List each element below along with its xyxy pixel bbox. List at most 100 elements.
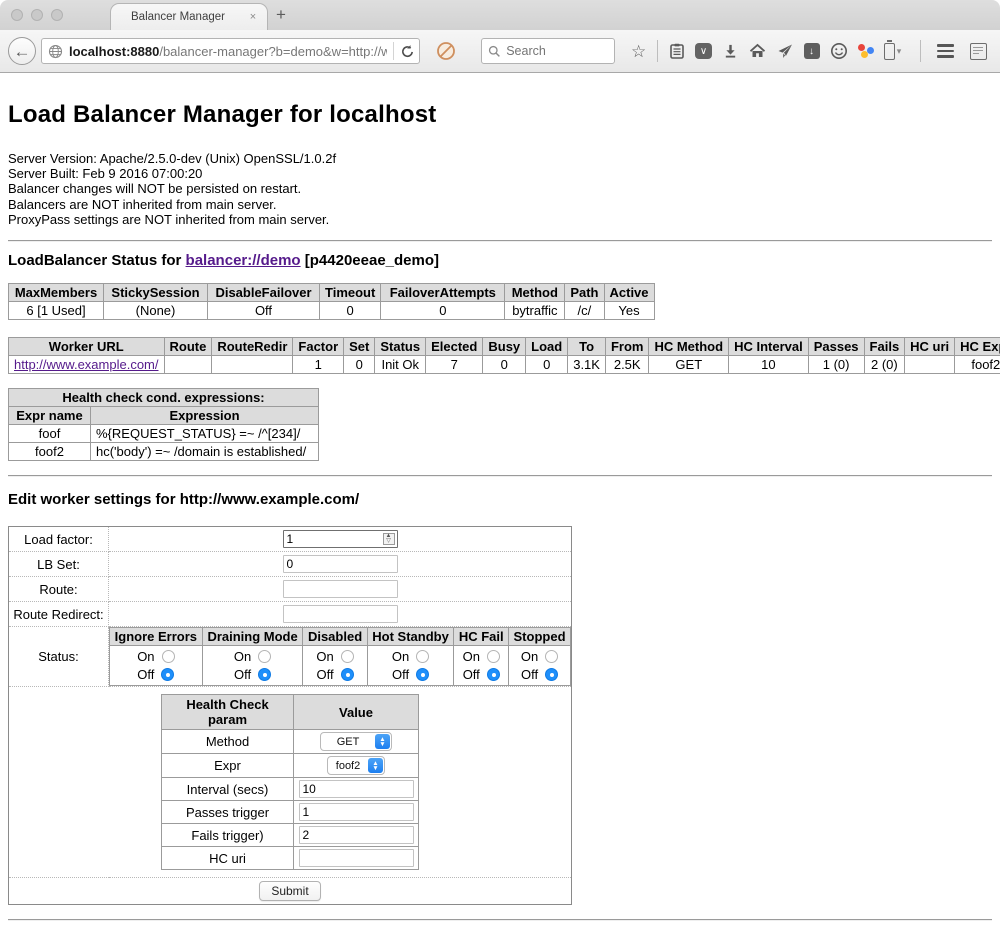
downloads-button[interactable] <box>717 36 744 66</box>
submit-button[interactable]: Submit <box>259 881 320 901</box>
new-tab-button[interactable]: + <box>276 5 286 25</box>
cell-path: /c/ <box>565 302 604 320</box>
load-factor-input[interactable] <box>283 530 398 548</box>
reading-list-button[interactable] <box>663 36 690 66</box>
window-minimize-button[interactable] <box>31 9 43 21</box>
passes-input[interactable] <box>299 803 414 821</box>
bookmarks-panel-button[interactable] <box>965 36 992 66</box>
radio-ignore-errors-on[interactable] <box>162 650 175 663</box>
back-button[interactable]: ← <box>8 37 36 65</box>
heading-prefix: LoadBalancer Status for <box>8 252 186 269</box>
column-header: HC uri <box>905 338 955 356</box>
home-icon <box>749 43 766 59</box>
search-bar[interactable] <box>481 38 615 64</box>
status-ignore-errors-cell: On Off <box>110 646 203 686</box>
off-label: Off <box>521 667 538 682</box>
radio-draining-mode-on[interactable] <box>258 650 271 663</box>
expr-value: hc('body') =~ /domain is established/ <box>91 443 319 461</box>
column-header: HC Interval <box>729 338 809 356</box>
column-header: FailoverAttempts <box>381 284 505 302</box>
pocket-button[interactable]: ∨ <box>690 36 717 66</box>
column-header: Expression <box>91 407 319 425</box>
lb-set-input[interactable] <box>283 555 398 573</box>
reload-icon[interactable] <box>400 44 415 59</box>
column-header: Load <box>526 338 568 356</box>
radio-ignore-errors-off[interactable] <box>161 668 174 681</box>
worker-url-link[interactable]: http://www.example.com/ <box>14 357 159 372</box>
column-header: To <box>568 338 606 356</box>
hamburger-menu-icon <box>937 44 954 58</box>
fails-input[interactable] <box>299 826 414 844</box>
radio-disabled-on[interactable] <box>341 650 354 663</box>
radio-draining-mode-off[interactable] <box>258 668 271 681</box>
balancer-status-heading: LoadBalancer Status for balancer://demo … <box>8 252 992 269</box>
column-header: Factor <box>293 338 344 356</box>
on-label: On <box>137 649 154 664</box>
search-input[interactable] <box>506 44 606 58</box>
pocket-icon: ∨ <box>695 43 712 59</box>
tab-title: Balancer Manager <box>111 11 245 23</box>
dropdown-caret-icon: ▾ <box>897 46 902 57</box>
save-page-button[interactable]: ↓ <box>798 36 825 66</box>
radio-hc-fail-off[interactable] <box>487 668 500 681</box>
paper-plane-icon <box>777 43 793 59</box>
back-arrow-icon: ← <box>14 43 31 60</box>
method-select[interactable]: GET▲▼ <box>320 732 392 751</box>
column-header: Hot Standby <box>367 628 454 646</box>
window-zoom-button[interactable] <box>51 9 63 21</box>
interval-label: Interval (secs) <box>162 778 294 801</box>
radio-hot-standby-off[interactable] <box>416 668 429 681</box>
column-header: Status <box>375 338 426 356</box>
edit-worker-form: Load factor: ▲▽ LB Set: Route: Route Red… <box>8 526 572 905</box>
extension-dots-button[interactable] <box>852 36 879 66</box>
expr-label: Expr <box>162 754 294 778</box>
passes-label: Passes trigger <box>162 801 294 824</box>
select-chevrons-icon: ▲▼ <box>368 758 383 773</box>
table-row: 6 [1 Used] (None) Off 0 0 bytraffic /c/ … <box>9 302 655 320</box>
window-controls[interactable] <box>11 9 63 21</box>
cell-elected: 7 <box>426 356 483 374</box>
status-hc-fail-cell: On Off <box>454 646 509 686</box>
battery-icon <box>884 43 895 60</box>
device-button[interactable]: ▾ <box>879 36 906 66</box>
on-label: On <box>392 649 409 664</box>
status-draining-mode-cell: On Off <box>202 646 303 686</box>
url-bar[interactable]: localhost:8880/balancer-manager?b=demo&w… <box>41 38 420 64</box>
home-button[interactable] <box>744 36 771 66</box>
route-redirect-input[interactable] <box>283 605 398 623</box>
route-input[interactable] <box>283 580 398 598</box>
cell-to: 3.1K <box>568 356 606 374</box>
column-header: StickySession <box>104 284 208 302</box>
url-text: localhost:8880/balancer-manager?b=demo&w… <box>69 44 387 59</box>
expr-select[interactable]: foof2▲▼ <box>327 756 385 775</box>
route-label: Route: <box>9 577 109 602</box>
window-close-button[interactable] <box>11 9 23 21</box>
tab-close-icon[interactable]: × <box>245 11 261 23</box>
radio-hot-standby-on[interactable] <box>416 650 429 663</box>
menu-button[interactable] <box>932 36 959 66</box>
colored-dots-icon <box>857 43 875 59</box>
send-button[interactable] <box>771 36 798 66</box>
off-label: Off <box>316 667 333 682</box>
balancer-demo-link[interactable]: balancer://demo <box>186 252 301 269</box>
radio-stopped-on[interactable] <box>545 650 558 663</box>
toolbar-divider <box>920 40 921 62</box>
radio-disabled-off[interactable] <box>341 668 354 681</box>
column-header: From <box>605 338 649 356</box>
radio-stopped-off[interactable] <box>545 668 558 681</box>
bookmark-button[interactable]: ☆ <box>625 36 652 66</box>
divider <box>8 475 992 477</box>
tab-balancer-manager[interactable]: Balancer Manager × <box>110 3 268 30</box>
balancer-status-table: MaxMembers StickySession DisableFailover… <box>8 283 655 320</box>
blocked-image-icon <box>436 41 456 61</box>
radio-hc-fail-on[interactable] <box>487 650 500 663</box>
number-spinner-icon[interactable]: ▲▽ <box>383 533 395 545</box>
column-header: Timeout <box>320 284 381 302</box>
interval-input[interactable] <box>299 780 414 798</box>
column-header: Busy <box>483 338 526 356</box>
off-label: Off <box>463 667 480 682</box>
image-blocker-button[interactable] <box>432 36 459 66</box>
feedback-button[interactable] <box>825 36 852 66</box>
cell-disablefailover: Off <box>208 302 320 320</box>
hc-uri-input[interactable] <box>299 849 414 867</box>
